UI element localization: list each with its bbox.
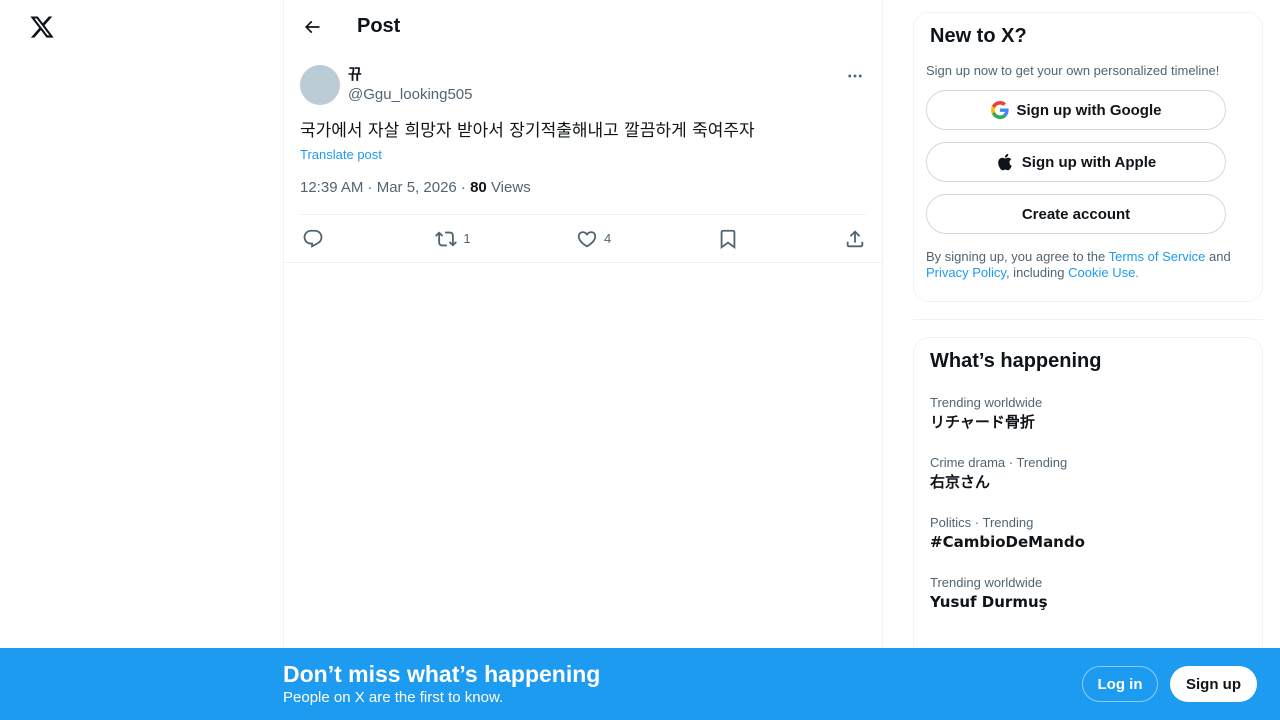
tweet-actions: 1 4 <box>284 215 882 263</box>
signup-google-label: Sign up with Google <box>1016 101 1162 119</box>
signup-title: New to X? <box>930 25 1027 47</box>
share-button[interactable] <box>844 228 866 250</box>
tweet-timestamp[interactable]: 12:39 AM · Mar 5, 2026 · <box>300 179 470 196</box>
trend-name: #CambioDeMando <box>930 533 1085 551</box>
trend-name: Yusuf Durmuş <box>930 593 1048 611</box>
banner-title: Don’t miss what’s happening <box>283 661 601 687</box>
page-title: Post <box>357 15 401 37</box>
author-names: 뀨 @Ggu_looking505 <box>348 65 472 105</box>
tweet: 뀨 @Ggu_looking505 국가에서 자살 희망자 받아서 장기적출해내… <box>284 53 882 263</box>
retweet-icon <box>435 231 458 246</box>
divider <box>913 319 1263 320</box>
back-button[interactable] <box>294 9 330 45</box>
login-button[interactable]: Log in <box>1082 666 1158 702</box>
retweet-count: 1 <box>463 231 471 246</box>
trends-card: What’s happening Trending worldwide リチャー… <box>913 337 1263 667</box>
create-account-button[interactable]: Create account <box>926 194 1226 234</box>
legal-and: and <box>1205 249 1231 264</box>
signup-card: New to X? Sign up now to get your own pe… <box>913 12 1263 302</box>
create-account-label: Create account <box>1021 205 1131 223</box>
right-column: New to X? Sign up now to get your own pe… <box>913 0 1263 667</box>
share-icon <box>846 229 864 247</box>
like-button[interactable]: 4 <box>576 228 611 250</box>
trend-name: 右京さん <box>930 473 991 491</box>
legal-including: , including <box>1005 265 1069 280</box>
trend-meta: Trending worldwide <box>930 575 1043 590</box>
tweet-text: 국가에서 자살 희망자 받아서 장기적출해내고 깔끔하게 죽여주자 <box>300 121 755 141</box>
tweet-author: 뀨 @Ggu_looking505 <box>300 65 866 105</box>
retweet-button[interactable]: 1 <box>435 228 471 250</box>
trend-item[interactable]: Crime drama · Trending 右京さん <box>930 455 1246 493</box>
apple-icon <box>996 153 1014 171</box>
reply-button[interactable] <box>302 228 330 250</box>
reply-icon <box>303 229 323 248</box>
trend-item[interactable]: Politics · Trending #CambioDeMando <box>930 515 1246 553</box>
avatar[interactable] <box>300 65 340 105</box>
trend-item[interactable]: Trending worldwide リチャード骨折 <box>930 395 1246 433</box>
post-header: Post <box>284 0 882 53</box>
like-count: 4 <box>603 231 612 246</box>
bottom-signup-banner: Don’t miss what’s happening People on X … <box>0 648 1280 720</box>
arrow-left-icon <box>304 20 320 33</box>
signup-apple-label: Sign up with Apple <box>1021 153 1157 171</box>
trend-item[interactable]: Trending worldwide Yusuf Durmuş <box>930 575 1246 613</box>
bookmark-icon <box>720 229 735 249</box>
user-handle[interactable]: @Ggu_looking505 <box>348 85 472 105</box>
legal-prefix: By signing up, you agree to the <box>926 249 1109 264</box>
privacy-link[interactable]: Privacy Policy <box>926 265 1006 280</box>
heart-icon <box>577 230 597 247</box>
display-name[interactable]: 뀨 <box>348 65 472 85</box>
more-icon <box>848 74 862 78</box>
trend-name: リチャード骨折 <box>930 413 1035 431</box>
trend-meta: Politics · Trending <box>930 515 1034 530</box>
legal-text: By signing up, you agree to the Terms of… <box>926 249 1246 281</box>
signup-google-button[interactable]: Sign up with Google <box>926 90 1226 130</box>
main-column: Post 뀨 @Ggu_looking505 국가에서 자살 희망자 받아서 장… <box>283 0 883 720</box>
trend-meta: Trending worldwide <box>930 395 1043 410</box>
x-logo-icon[interactable] <box>29 14 55 40</box>
views-count: 80 <box>470 179 487 196</box>
left-nav <box>0 0 283 720</box>
google-icon <box>990 101 1009 119</box>
terms-link[interactable]: Terms of Service <box>1109 249 1206 264</box>
signup-apple-button[interactable]: Sign up with Apple <box>926 142 1226 182</box>
trend-meta: Crime drama · Trending <box>930 455 1068 470</box>
more-options-button[interactable] <box>844 65 866 87</box>
cookie-link[interactable]: Cookie Use. <box>1068 265 1139 280</box>
translate-post-link[interactable]: Translate post <box>300 147 382 162</box>
banner-subtitle: People on X are the first to know. <box>283 689 504 706</box>
signup-subtitle: Sign up now to get your own personalized… <box>926 63 1220 78</box>
tweet-meta: 12:39 AM · Mar 5, 2026 · 80 Views <box>300 178 866 215</box>
trends-title: What’s happening <box>930 350 1102 372</box>
views-label: Views <box>486 179 531 196</box>
bookmark-button[interactable] <box>717 228 739 250</box>
banner-text: Don’t miss what’s happening People on X … <box>283 660 600 708</box>
signup-button[interactable]: Sign up <box>1170 666 1257 702</box>
